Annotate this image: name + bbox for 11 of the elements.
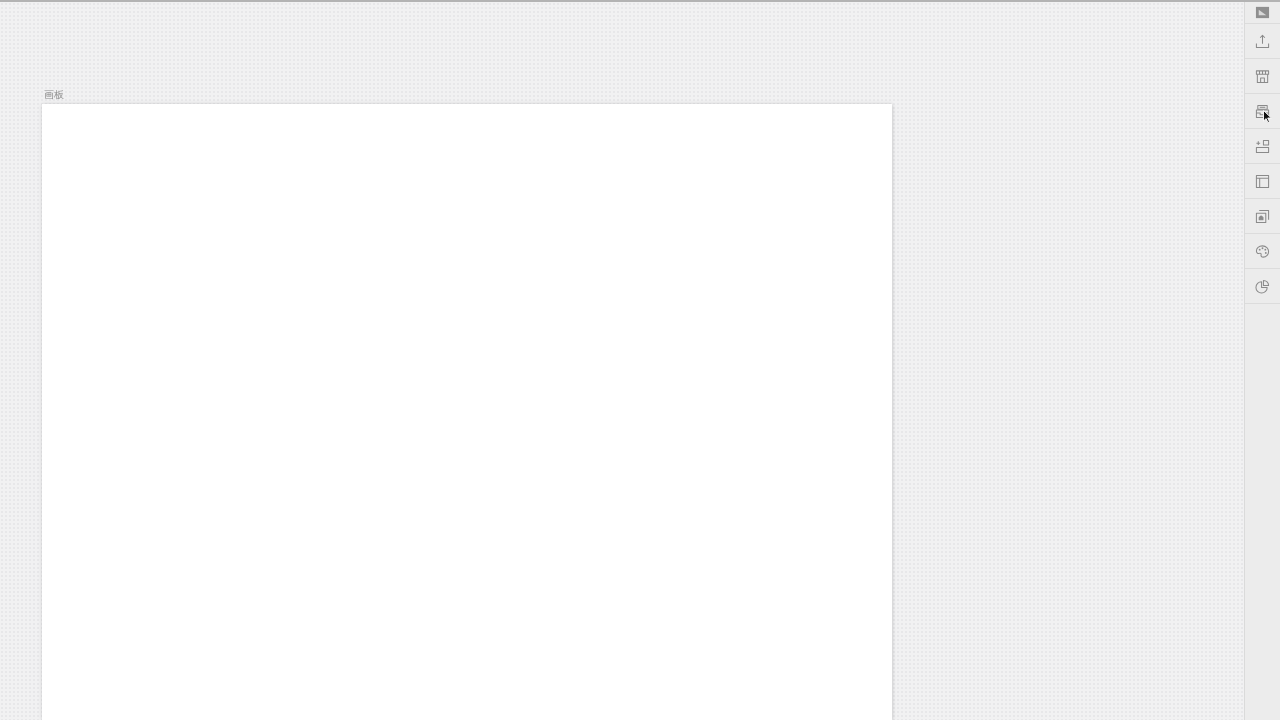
artboard-label: 画板: [43, 88, 64, 101]
inbox-icon: [1255, 103, 1270, 119]
layers-icon: [1255, 208, 1270, 224]
layout-icon: [1255, 138, 1270, 154]
store-icon: [1255, 68, 1270, 84]
mouse-cursor-icon: [1263, 110, 1272, 123]
panel-layout-icon: [1255, 173, 1270, 189]
upload-icon: [1255, 33, 1270, 49]
collapse-icon: [1255, 5, 1270, 20]
palette-icon: [1255, 243, 1270, 259]
pie-chart-icon: [1255, 278, 1270, 294]
